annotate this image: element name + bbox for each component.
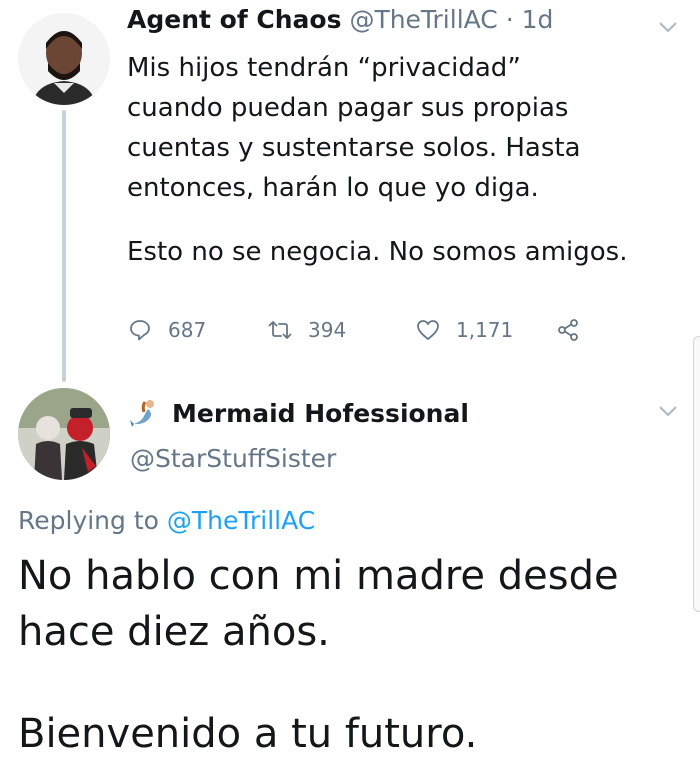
author-name[interactable]: Agent of Chaos (127, 5, 341, 34)
tweet-text-line: entonces, harán lo que yo diga. (127, 173, 539, 203)
share-icon (558, 319, 578, 341)
replying-to-line: Replying to @TheTrillAC (18, 506, 315, 535)
like-button[interactable]: 1,171 (416, 318, 513, 342)
reply-text-line: Bienvenido a tu futuro. (18, 711, 478, 757)
tweet-text-line: cuando puedan pagar sus propias (127, 93, 569, 123)
retweet-count: 394 (308, 318, 347, 342)
retweet-button[interactable]: 394 (268, 318, 346, 342)
scrollbar[interactable] (693, 336, 700, 612)
reply-author-handle[interactable]: @StarStuffSister (130, 444, 336, 473)
replying-to-label: Replying to (18, 506, 167, 535)
chevron-down-icon[interactable] (658, 402, 678, 423)
reply-text-line: No hablo con mi madre desde (18, 553, 619, 599)
replying-to-mention[interactable]: @TheTrillAC (167, 506, 315, 535)
author-handle[interactable]: @TheTrillAC (349, 5, 497, 34)
mermaid-icon (130, 400, 154, 427)
tweet-time[interactable]: 1d (522, 5, 554, 34)
avatar[interactable] (18, 388, 110, 480)
share-button[interactable] (556, 318, 596, 342)
like-count: 1,171 (456, 318, 514, 342)
tweet-text-line: Mis hijos tendrán “privacidad” (127, 53, 521, 83)
retweet-icon (268, 321, 292, 339)
tweet-text-line: cuentas y sustentarse solos. Hasta (127, 133, 581, 163)
chevron-down-icon[interactable] (658, 18, 678, 39)
tweet-text-line: Esto no se negocia. No somos amigos. (127, 237, 628, 267)
tweet-header: Agent of Chaos @TheTrillAC · 1d (127, 5, 553, 34)
tweet-text: Mis hijos tendrán “privacidad” cuando pu… (127, 48, 628, 272)
avatar[interactable] (18, 13, 110, 105)
heart-icon (417, 320, 439, 340)
reply-button[interactable]: 687 (128, 318, 206, 342)
separator-dot: · (497, 5, 522, 34)
reply-count: 687 (168, 318, 207, 342)
reply-icon (130, 320, 150, 341)
reply-text-line: hace diez años. (18, 609, 330, 655)
reply-author-name[interactable]: Mermaid Hofessional (172, 399, 469, 428)
reply-text: No hablo con mi madre desde hace diez añ… (18, 548, 619, 762)
avatar-image (18, 388, 110, 480)
thread-connector-line (62, 110, 66, 382)
avatar-image (18, 13, 110, 105)
reply-author-row: Mermaid Hofessional (130, 398, 469, 428)
